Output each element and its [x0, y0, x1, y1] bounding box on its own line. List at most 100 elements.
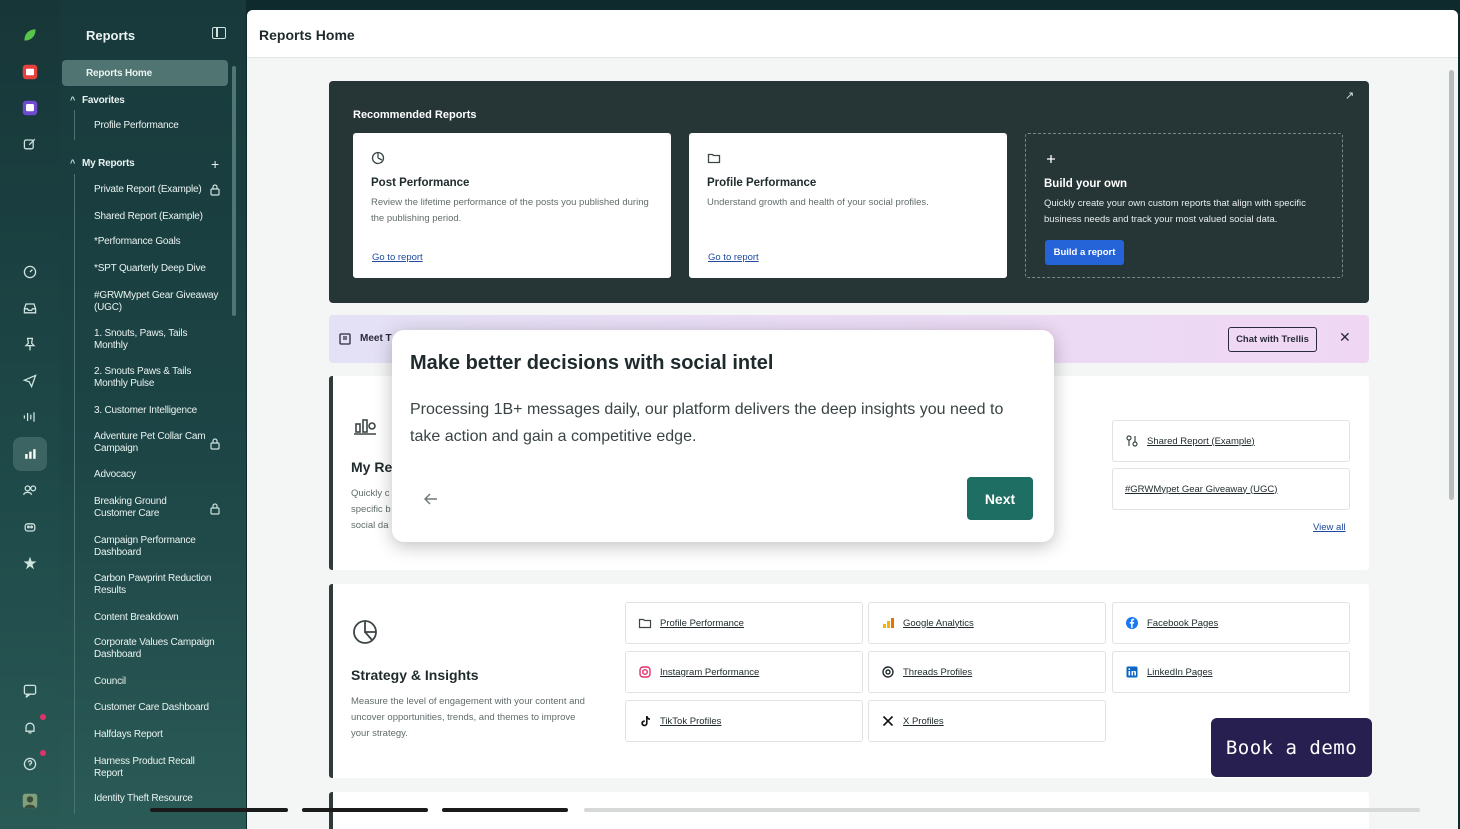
popover-title: Make better decisions with social intel	[410, 352, 774, 374]
sidebar-report-item[interactable]: Corporate Values Campaign Dashboard	[94, 637, 220, 661]
close-icon[interactable]: ✕	[1339, 329, 1351, 346]
pin-icon[interactable]	[13, 327, 47, 361]
bot-icon[interactable]	[13, 510, 47, 544]
go-to-report-link[interactable]: Go to report	[372, 252, 423, 263]
link-label: LinkedIn Pages	[1147, 666, 1213, 678]
collapse-icon[interactable]: ↗	[1345, 89, 1354, 102]
add-report-icon[interactable]: +	[211, 156, 219, 172]
shared-report-link-card[interactable]: Shared Report (Example)	[1112, 420, 1350, 462]
sidebar-group-my-reports[interactable]: ^ My Reports	[70, 157, 135, 170]
link-label: Profile Performance	[660, 617, 744, 629]
go-to-report-link[interactable]: Go to report	[708, 252, 759, 263]
sidebar-report-item[interactable]: 1. Snouts, Paws, Tails Monthly	[94, 328, 194, 352]
section-title: My Re	[351, 459, 393, 475]
collapse-sidebar-icon[interactable]	[212, 27, 226, 39]
dashboard-icon[interactable]	[13, 255, 47, 289]
card-description: Review the lifetime performance of the p…	[371, 197, 649, 224]
sidebar-report-item[interactable]: Adventure Pet Collar Cam Campaign	[94, 431, 208, 455]
sprout-logo-icon[interactable]	[13, 18, 47, 52]
divider	[74, 110, 75, 140]
card-title: Post Performance	[371, 177, 470, 189]
shared-report-icon	[1125, 434, 1139, 448]
reports-icon[interactable]	[13, 437, 47, 471]
page-scrollbar[interactable]	[1449, 70, 1454, 500]
section-description: Quickly c specific b social da	[351, 488, 391, 531]
sidebar-item-profile-performance[interactable]: Profile Performance	[94, 120, 214, 132]
sidebar-item-reports-home[interactable]: Reports Home	[62, 60, 228, 86]
profile-performance-card[interactable]: Profile Performance Understand growth an…	[689, 133, 1007, 278]
sidebar-report-item[interactable]: Identity Theft Resource	[94, 793, 224, 805]
view-all-link[interactable]: View all	[1313, 522, 1346, 533]
link-label: Facebook Pages	[1147, 617, 1219, 629]
report-chart-icon	[351, 410, 379, 438]
inbox-app-icon[interactable]	[13, 55, 47, 89]
section-title: Strategy & Insights	[351, 667, 479, 683]
instagram-performance-link[interactable]: Instagram Performance	[625, 651, 863, 693]
link-label: Google Analytics	[903, 617, 974, 629]
icon-rail	[0, 0, 60, 829]
avatar[interactable]	[13, 784, 47, 818]
sidebar-scrollbar[interactable]	[232, 66, 236, 316]
plus-icon	[1044, 152, 1058, 166]
favorites-label: Favorites	[82, 95, 125, 106]
linkedin-icon	[1125, 665, 1139, 679]
link-label: TikTok Profiles	[660, 715, 722, 727]
folder-icon	[638, 616, 652, 630]
book-demo-button[interactable]: Book a demo	[1211, 718, 1372, 777]
sidebar-report-item[interactable]: Advocacy	[94, 469, 206, 481]
banner-text: Meet T	[360, 333, 392, 344]
sidebar-report-item[interactable]: Carbon Pawprint Reduction Results	[94, 573, 218, 597]
next-button[interactable]: Next	[967, 477, 1033, 520]
lock-icon	[210, 183, 220, 196]
sidebar-report-item[interactable]: Harness Product Recall Report	[94, 756, 204, 780]
sidebar-report-item[interactable]: *SPT Quarterly Deep Dive	[94, 263, 206, 275]
star-badge-icon[interactable]	[13, 546, 47, 580]
chat-with-trellis-button[interactable]: Chat with Trellis	[1228, 327, 1317, 352]
giveaway-link-card[interactable]: #GRWMypet Gear Giveaway (UGC)	[1112, 468, 1350, 510]
profile-performance-link[interactable]: Profile Performance	[625, 602, 863, 644]
progress-segment	[150, 808, 288, 812]
post-performance-card[interactable]: Post Performance Review the lifetime per…	[353, 133, 671, 278]
sidebar-report-item[interactable]: Campaign Performance Dashboard	[94, 535, 214, 559]
publishing-icon[interactable]	[13, 364, 47, 398]
facebook-pages-link[interactable]: Facebook Pages	[1112, 602, 1350, 644]
card-title: Build your own	[1044, 178, 1128, 190]
people-icon[interactable]	[13, 473, 47, 507]
x-icon	[881, 714, 895, 728]
sidebar-report-item[interactable]: #GRWMypet Gear Giveaway (UGC)	[94, 290, 222, 314]
linkedin-pages-link[interactable]: LinkedIn Pages	[1112, 651, 1350, 693]
app-window: Reports Reports Home ^ Favorites Profile …	[0, 0, 1460, 829]
sidebar-group-favorites[interactable]: ^ Favorites	[70, 94, 125, 107]
compose-icon[interactable]	[13, 127, 47, 161]
sidebar-report-item[interactable]: 3. Customer Intelligence	[94, 405, 214, 417]
folder-icon	[707, 151, 721, 165]
sidebar-report-item[interactable]: Council	[94, 676, 214, 688]
help-dot	[40, 750, 46, 756]
sidebar-report-item[interactable]: Customer Care Dashboard	[94, 702, 220, 714]
section-description: Measure the level of engagement with you…	[351, 696, 585, 739]
page-title: Reports Home	[259, 27, 355, 43]
sidebar-report-item[interactable]: Halfdays Report	[94, 729, 214, 741]
smart-inbox-icon[interactable]	[13, 291, 47, 325]
feedback-icon[interactable]	[13, 674, 47, 708]
lock-icon	[210, 437, 220, 450]
sidebar-report-item[interactable]: 2. Snouts Paws & Tails Monthly Pulse	[94, 366, 194, 390]
threads-profiles-link[interactable]: Threads Profiles	[868, 651, 1106, 693]
sidebar-report-item[interactable]: Content Breakdown	[94, 612, 214, 624]
sidebar-report-item[interactable]: Shared Report (Example)	[94, 211, 206, 223]
chevron-up-icon: ^	[70, 95, 76, 105]
assistant-app-icon[interactable]	[13, 91, 47, 125]
back-arrow-icon[interactable]	[422, 490, 440, 508]
sidebar-report-item[interactable]: Breaking Ground Customer Care	[94, 496, 194, 520]
listening-icon[interactable]	[13, 400, 47, 434]
google-analytics-link[interactable]: Google Analytics	[868, 602, 1106, 644]
chevron-up-icon: ^	[70, 158, 76, 168]
progress-segment	[302, 808, 428, 812]
link-label: X Profiles	[903, 715, 944, 727]
build-report-button[interactable]: Build a report	[1045, 240, 1124, 265]
sidebar-report-item[interactable]: *Performance Goals	[94, 236, 206, 248]
sidebar-report-item[interactable]: Private Report (Example)	[94, 184, 206, 196]
progress-segment	[442, 808, 568, 812]
tiktok-profiles-link[interactable]: TikTok Profiles	[625, 700, 863, 742]
x-profiles-link[interactable]: X Profiles	[868, 700, 1106, 742]
